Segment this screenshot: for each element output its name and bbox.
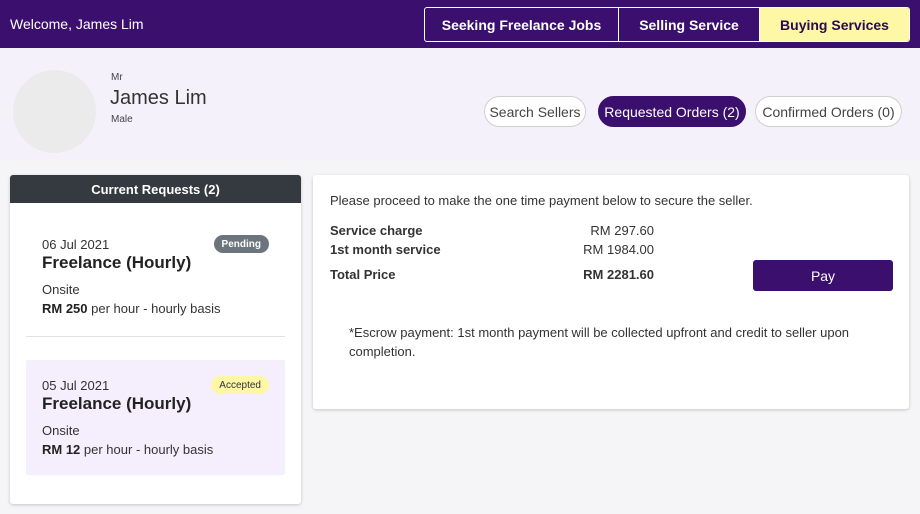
top-bar: Welcome, James Lim Seeking Freelance Job… bbox=[0, 0, 920, 48]
confirmed-orders-button[interactable]: Confirmed Orders (0) bbox=[755, 96, 902, 127]
total-price-value: RM 2281.60 bbox=[583, 267, 654, 282]
escrow-note: *Escrow payment: 1st month payment will … bbox=[349, 325, 850, 359]
request-location: Onsite bbox=[42, 282, 80, 297]
avatar bbox=[13, 70, 96, 153]
profile-salutation: Mr bbox=[111, 72, 123, 83]
request-item[interactable]: 05 Jul 2021 Accepted Freelance (Hourly) … bbox=[26, 360, 285, 475]
payment-panel: Please proceed to make the one time paym… bbox=[313, 175, 909, 409]
welcome-text: Welcome, James Lim bbox=[10, 16, 144, 32]
request-rate: RM 250 per hour - hourly basis bbox=[42, 301, 220, 316]
request-item[interactable]: 06 Jul 2021 Pending Freelance (Hourly) O… bbox=[26, 219, 285, 337]
search-sellers-button[interactable]: Search Sellers bbox=[484, 96, 586, 127]
request-date: 05 Jul 2021 bbox=[42, 378, 110, 393]
top-navigation: Seeking Freelance Jobs Selling Service B… bbox=[424, 7, 910, 42]
request-rate: RM 12 per hour - hourly basis bbox=[42, 442, 213, 457]
current-requests-title: Current Requests (2) bbox=[10, 175, 301, 203]
nav-selling-service[interactable]: Selling Service bbox=[619, 8, 760, 41]
first-month-service-label: 1st month service bbox=[330, 242, 441, 257]
profile-name: James Lim bbox=[110, 87, 207, 109]
request-date: 06 Jul 2021 bbox=[42, 237, 110, 252]
nav-seeking-freelance-jobs[interactable]: Seeking Freelance Jobs bbox=[425, 8, 619, 41]
requested-orders-button[interactable]: Requested Orders (2) bbox=[598, 96, 746, 127]
first-month-service-value: RM 1984.00 bbox=[583, 242, 654, 257]
nav-buying-services[interactable]: Buying Services bbox=[760, 8, 909, 41]
request-amount: RM 12 bbox=[42, 442, 81, 457]
total-price-label: Total Price bbox=[330, 267, 396, 282]
profile-gender: Male bbox=[111, 114, 133, 125]
request-location: Onsite bbox=[42, 423, 80, 438]
request-amount: RM 250 bbox=[42, 301, 88, 316]
request-rate-suffix: per hour - hourly basis bbox=[87, 301, 221, 316]
service-charge-value: RM 297.60 bbox=[590, 223, 654, 238]
request-title: Freelance (Hourly) bbox=[42, 394, 192, 413]
service-charge-label: Service charge bbox=[330, 223, 423, 238]
status-badge: Accepted bbox=[211, 376, 269, 394]
current-requests-panel: Current Requests (2) 06 Jul 2021 Pending… bbox=[10, 175, 301, 504]
request-title: Freelance (Hourly) bbox=[42, 253, 192, 272]
status-badge: Pending bbox=[213, 235, 269, 253]
payment-intro: Please proceed to make the one time paym… bbox=[330, 193, 753, 208]
request-rate-suffix: per hour - hourly basis bbox=[80, 442, 214, 457]
pay-button[interactable]: Pay bbox=[753, 260, 893, 291]
